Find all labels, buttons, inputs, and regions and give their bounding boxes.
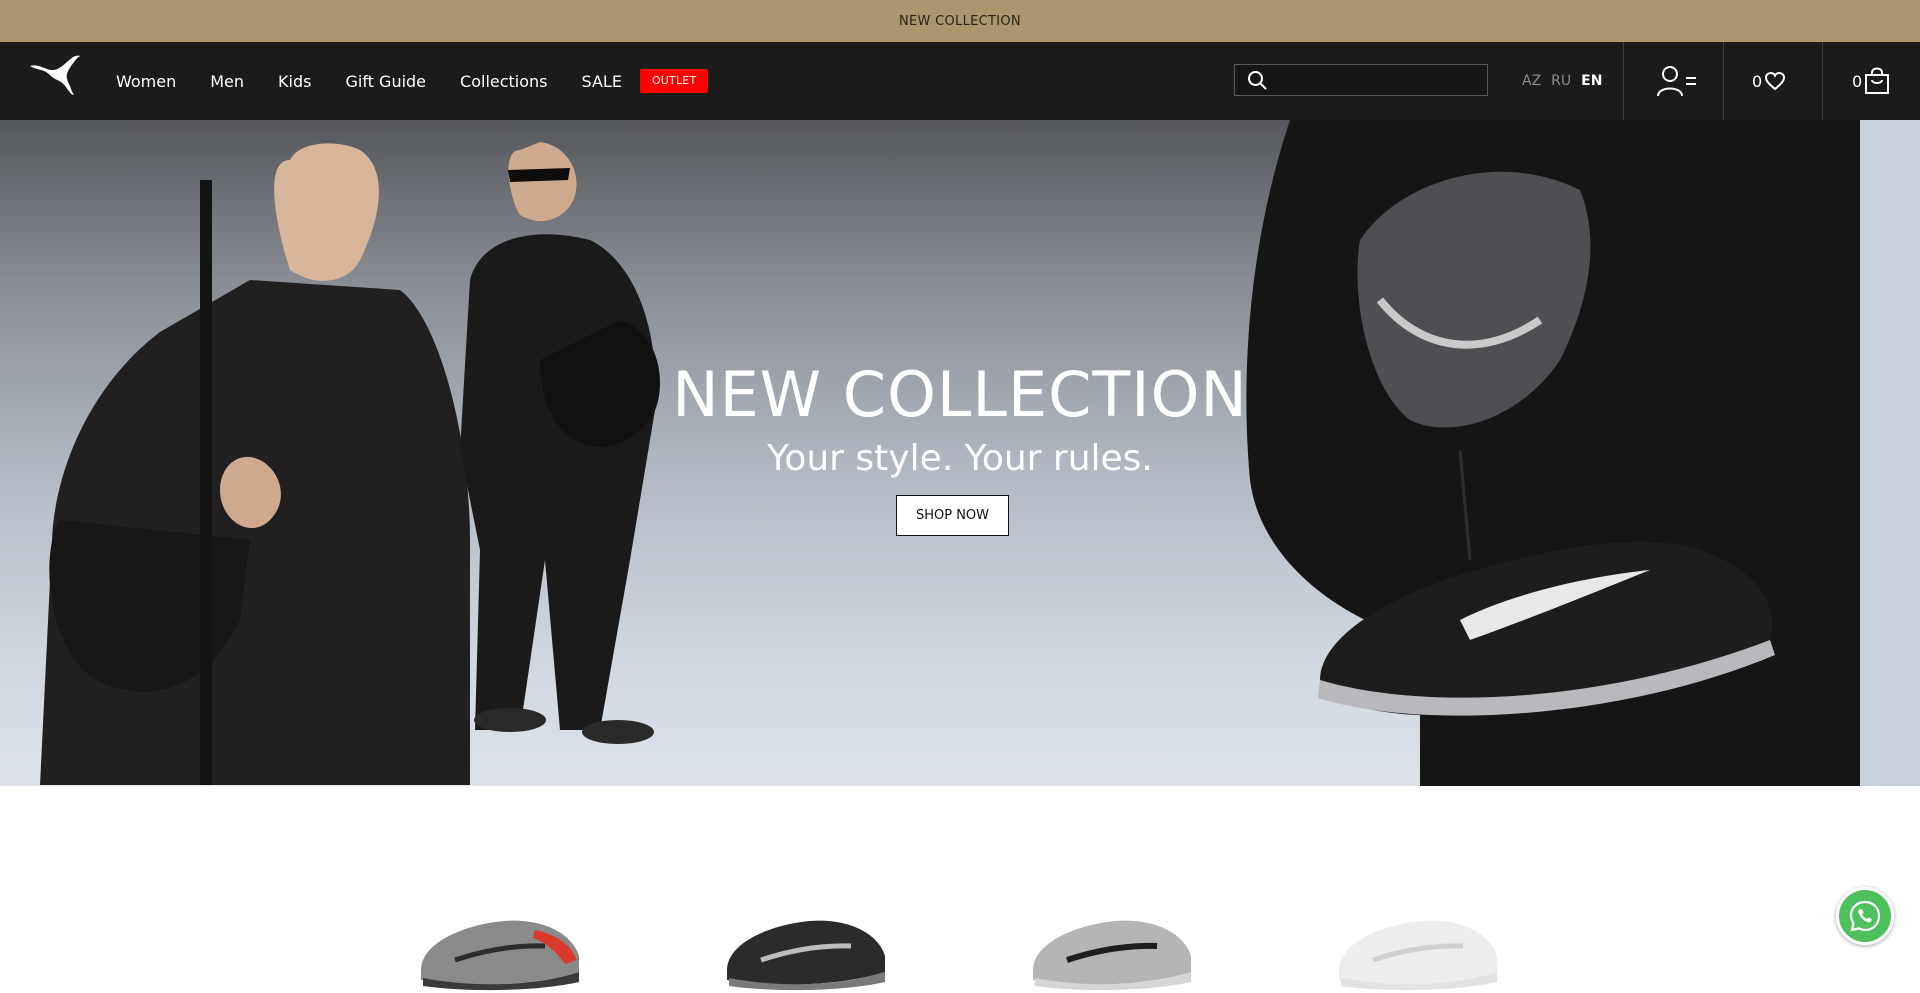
black-sneaker-image	[727, 920, 885, 991]
nav-collections[interactable]: Collections	[460, 72, 547, 91]
whatsapp-button[interactable]	[1836, 887, 1894, 945]
wishlist-count[interactable]: 0	[1752, 72, 1762, 91]
lang-az[interactable]: AZ	[1522, 73, 1541, 89]
product-strip	[0, 786, 1920, 993]
nav-women[interactable]: Women	[116, 72, 176, 91]
main-nav: Women Men Kids Gift Guide Collections SA…	[116, 42, 709, 120]
grey-red-sneaker-image	[421, 920, 579, 991]
nav-kids[interactable]: Kids	[278, 72, 311, 91]
header-divider	[1623, 42, 1624, 120]
site-header: Women Men Kids Gift Guide Collections SA…	[0, 42, 1920, 120]
wishlist-button[interactable]: 0	[1752, 42, 1786, 120]
header-divider	[1822, 42, 1823, 120]
puma-logo-icon[interactable]	[28, 52, 84, 102]
user-menu-icon[interactable]	[1656, 64, 1698, 98]
nav-outlet-badge[interactable]: OUTLET	[639, 69, 709, 93]
shopping-bag-icon[interactable]	[1864, 67, 1890, 95]
nav-gift-guide[interactable]: Gift Guide	[345, 72, 426, 91]
cart-count[interactable]: 0	[1852, 72, 1862, 91]
product-card[interactable]	[1333, 890, 1503, 993]
white-sneaker-image	[1339, 920, 1497, 991]
lang-ru[interactable]: RU	[1551, 73, 1571, 89]
product-card[interactable]	[1027, 890, 1197, 993]
language-switcher: AZ RU EN	[1522, 42, 1612, 120]
product-card[interactable]	[415, 890, 585, 993]
nav-sale[interactable]: SALE	[582, 72, 622, 91]
lang-en[interactable]: EN	[1581, 73, 1602, 89]
search-input[interactable]	[1267, 66, 1487, 94]
product-card[interactable]	[721, 890, 891, 993]
whatsapp-icon[interactable]	[1848, 899, 1882, 933]
announcement-text[interactable]: NEW COLLECTION	[899, 14, 1021, 29]
hero-subtitle: Your style. Your rules.	[767, 438, 1153, 479]
shop-now-button[interactable]: SHOP NOW	[896, 495, 1009, 536]
nav-men[interactable]: Men	[210, 72, 244, 91]
search-box[interactable]	[1234, 64, 1488, 96]
account-menu-button[interactable]	[1656, 64, 1698, 98]
silver-black-sneaker-image	[1033, 920, 1191, 991]
hero-title: NEW COLLECTION	[672, 358, 1248, 431]
header-divider	[1723, 42, 1724, 120]
search-icon[interactable]	[1247, 70, 1267, 90]
heart-icon[interactable]	[1764, 71, 1786, 91]
announcement-bar[interactable]: NEW COLLECTION	[0, 0, 1920, 42]
hero-banner[interactable]: NEW COLLECTION Your style. Your rules. S…	[0, 120, 1920, 786]
cart-button[interactable]: 0	[1852, 42, 1890, 120]
